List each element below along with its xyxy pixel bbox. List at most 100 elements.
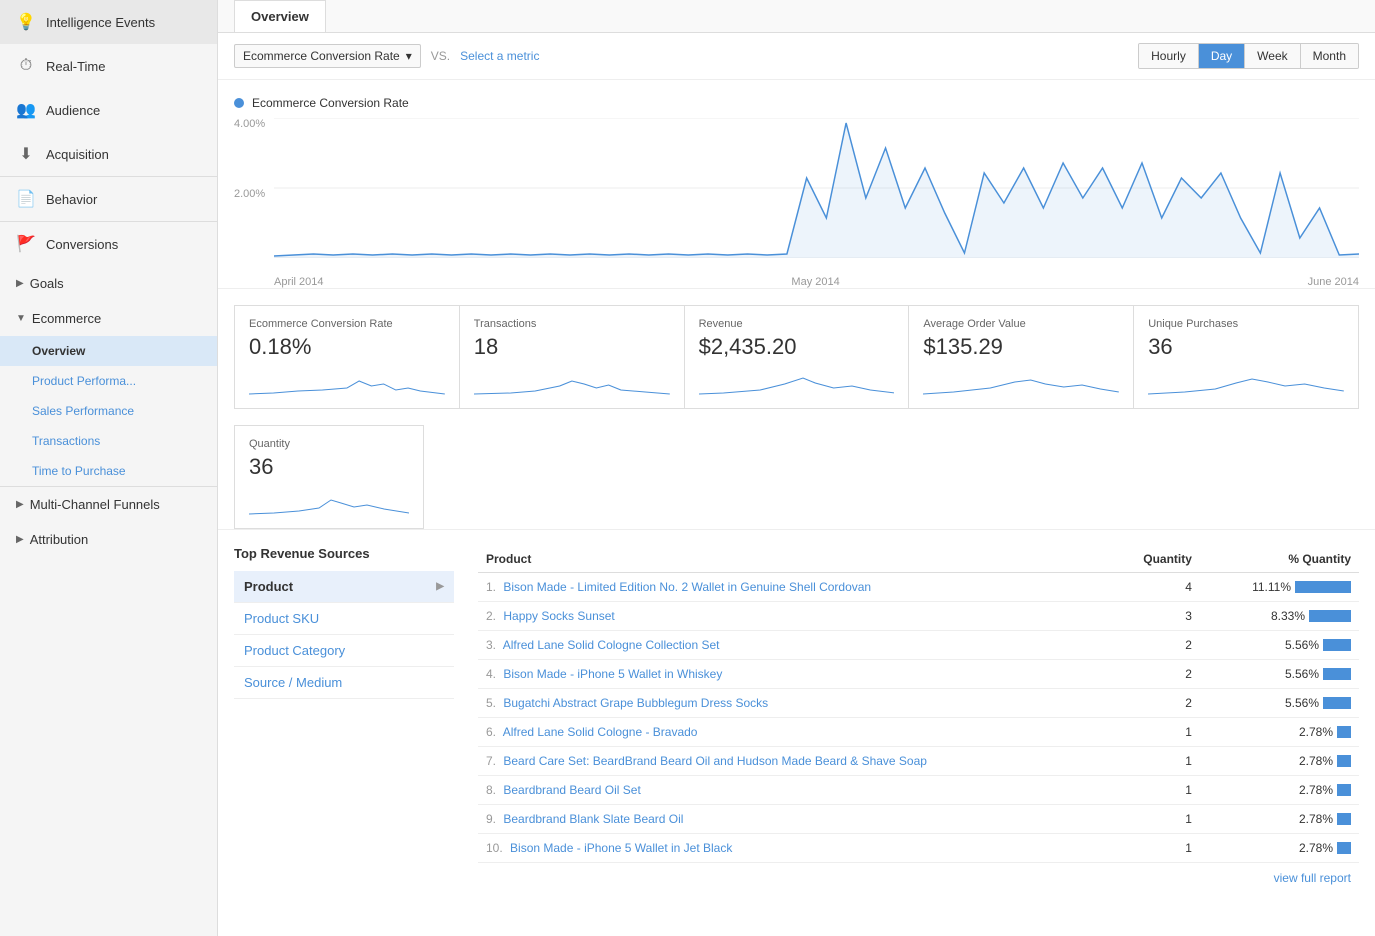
main-content: Overview Ecommerce Conversion Rate ▾ VS.… <box>218 0 1375 936</box>
attribution-label: Attribution <box>30 532 89 547</box>
sidebar-product-performance[interactable]: Product Performa... <box>0 366 217 396</box>
sidebar-item-label: Acquisition <box>46 147 109 162</box>
chart-x-labels: April 2014 May 2014 June 2014 <box>274 260 1359 288</box>
quantity-title: Quantity <box>249 438 409 450</box>
sidebar-item-label: Audience <box>46 103 100 118</box>
product-link[interactable]: Bugatchi Abstract Grape Bubblegum Dress … <box>503 696 768 710</box>
quantity-cell: 1 <box>1110 834 1200 863</box>
conversions-icon: 🚩 <box>16 234 36 254</box>
chart-wrapper: 4.00% 2.00% April 2014 May 2014 <box>234 118 1359 288</box>
sidebar-sales-performance[interactable]: Sales Performance <box>0 396 217 426</box>
product-link[interactable]: Alfred Lane Solid Cologne - Bravado <box>503 725 698 739</box>
product-name-cell: 1. Bison Made - Limited Edition No. 2 Wa… <box>478 573 1110 602</box>
product-name-cell: 6. Alfred Lane Solid Cologne - Bravado <box>478 718 1110 747</box>
sidebar-item-acquisition[interactable]: ⬇ Acquisition <box>0 132 217 176</box>
sidebar-item-behavior[interactable]: 📄 Behavior <box>0 176 217 221</box>
sidebar-goals-expand[interactable]: ▶ Goals <box>0 266 217 301</box>
pct-value: 2.78% <box>1299 812 1333 826</box>
table-row: 9. Beardbrand Blank Slate Beard Oil 1 2.… <box>478 805 1359 834</box>
quantity-cell: 2 <box>1110 631 1200 660</box>
quantity-cell: 2 <box>1110 660 1200 689</box>
table-row: 1. Bison Made - Limited Edition No. 2 Wa… <box>478 573 1359 602</box>
metric-title: Ecommerce Conversion Rate <box>249 318 445 330</box>
quantity-card-row: Quantity 36 <box>218 425 1375 529</box>
pct-bar <box>1323 697 1351 709</box>
ecommerce-label: Ecommerce <box>32 311 101 326</box>
table-row: 4. Bison Made - iPhone 5 Wallet in Whisk… <box>478 660 1359 689</box>
metric-dropdown[interactable]: Ecommerce Conversion Rate ▾ <box>234 44 421 68</box>
sidebar-attribution[interactable]: ▶ Attribution <box>0 522 217 557</box>
day-button[interactable]: Day <box>1199 44 1245 68</box>
quantity-cell: 3 <box>1110 602 1200 631</box>
metric-card-quantity: Quantity 36 <box>234 425 424 529</box>
legend-dot <box>234 98 244 108</box>
pct-cell: 2.78% <box>1200 805 1359 834</box>
product-link[interactable]: Happy Socks Sunset <box>503 609 614 623</box>
tab-overview[interactable]: Overview <box>234 0 326 32</box>
rank-label: 1. <box>486 580 496 594</box>
rev-source-sku[interactable]: Product SKU <box>234 603 454 635</box>
month-button[interactable]: Month <box>1301 44 1358 68</box>
pct-cell: 2.78% <box>1200 776 1359 805</box>
rank-label: 5. <box>486 696 496 710</box>
legend-label: Ecommerce Conversion Rate <box>252 96 409 110</box>
quantity-cell: 2 <box>1110 689 1200 718</box>
product-name-cell: 7. Beard Care Set: BeardBrand Beard Oil … <box>478 747 1110 776</box>
week-button[interactable]: Week <box>1245 44 1300 68</box>
pct-value: 2.78% <box>1299 841 1333 855</box>
sidebar-transactions[interactable]: Transactions <box>0 426 217 456</box>
sidebar-item-intelligence[interactable]: 💡 Intelligence Events <box>0 0 217 44</box>
rank-label: 2. <box>486 609 496 623</box>
chart-legend: Ecommerce Conversion Rate <box>234 96 1359 110</box>
product-name-cell: 5. Bugatchi Abstract Grape Bubblegum Dre… <box>478 689 1110 718</box>
col-product: Product <box>478 546 1110 573</box>
expand-arrow-icon: ▶ <box>16 499 24 510</box>
sidebar-item-audience[interactable]: 👥 Audience <box>0 88 217 132</box>
pct-cell: 5.56% <box>1200 631 1359 660</box>
metric-title: Transactions <box>474 318 670 330</box>
chart-area: Ecommerce Conversion Rate 4.00% 2.00% <box>218 80 1375 288</box>
view-full-report[interactable]: view full report <box>478 863 1359 893</box>
pct-cell: 2.78% <box>1200 747 1359 776</box>
pct-bar <box>1295 581 1351 593</box>
metric-cards: Ecommerce Conversion Rate 0.18% Transact… <box>218 288 1375 425</box>
product-link[interactable]: Alfred Lane Solid Cologne Collection Set <box>503 638 720 652</box>
product-link[interactable]: Bison Made - iPhone 5 Wallet in Jet Blac… <box>510 841 732 855</box>
hourly-button[interactable]: Hourly <box>1139 44 1199 68</box>
rank-label: 3. <box>486 638 496 652</box>
goals-label: Goals <box>30 276 64 291</box>
view-full-report-link[interactable]: view full report <box>1274 871 1351 885</box>
product-link[interactable]: Beardbrand Beard Oil Set <box>503 783 640 797</box>
rev-source-label: Product <box>244 579 293 594</box>
table-row: 8. Beardbrand Beard Oil Set 1 2.78% <box>478 776 1359 805</box>
mini-chart <box>1148 366 1344 396</box>
product-link[interactable]: Bison Made - Limited Edition No. 2 Walle… <box>503 580 871 594</box>
metric-value: 18 <box>474 334 670 360</box>
rev-source-product[interactable]: Product ▶ <box>234 571 454 603</box>
rank-label: 6. <box>486 725 496 739</box>
behavior-icon: 📄 <box>16 189 36 209</box>
sidebar-overview[interactable]: Overview <box>0 336 217 366</box>
select-metric-link[interactable]: Select a metric <box>460 49 539 63</box>
product-link[interactable]: Beardbrand Blank Slate Beard Oil <box>503 812 683 826</box>
metric-title: Average Order Value <box>923 318 1119 330</box>
sidebar-item-realtime[interactable]: ⏱ Real-Time <box>0 44 217 88</box>
quantity-value: 36 <box>249 454 409 480</box>
sidebar-item-label: Intelligence Events <box>46 15 155 30</box>
sidebar-ecommerce-expand[interactable]: ▼ Ecommerce <box>0 301 217 336</box>
product-table-section: Product Quantity % Quantity 1. Bison Mad… <box>478 546 1359 893</box>
rev-source-medium[interactable]: Source / Medium <box>234 667 454 699</box>
pct-bar <box>1323 639 1351 651</box>
rev-source-label: Product Category <box>244 643 345 658</box>
pct-value: 2.78% <box>1299 754 1333 768</box>
chart-y-labels: 4.00% 2.00% <box>234 118 274 258</box>
product-link[interactable]: Beard Care Set: BeardBrand Beard Oil and… <box>503 754 927 768</box>
pct-value: 5.56% <box>1285 696 1319 710</box>
metric-title: Unique Purchases <box>1148 318 1344 330</box>
product-link[interactable]: Bison Made - iPhone 5 Wallet in Whiskey <box>503 667 722 681</box>
sidebar-time-to-purchase[interactable]: Time to Purchase <box>0 456 217 486</box>
sidebar-item-conversions[interactable]: 🚩 Conversions <box>0 221 217 266</box>
sidebar-multi-channel[interactable]: ▶ Multi-Channel Funnels <box>0 486 217 522</box>
mini-chart-quantity <box>249 486 409 516</box>
rev-source-category[interactable]: Product Category <box>234 635 454 667</box>
